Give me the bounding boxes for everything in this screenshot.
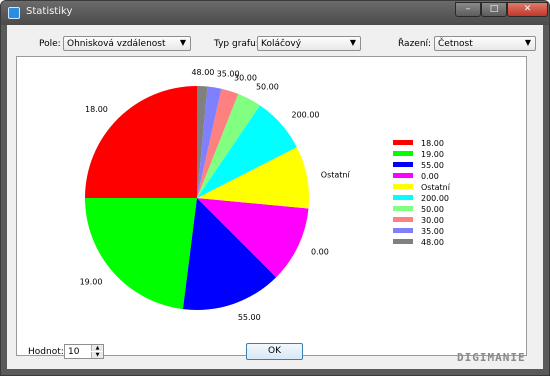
legend-swatch — [393, 162, 413, 167]
pie-slice-label: 35.00 — [217, 70, 240, 79]
spin-down-icon[interactable]: ▼ — [91, 352, 103, 358]
title-bar[interactable]: Statistiky – □ ✕ — [1, 1, 549, 25]
pie-chart: 18.00 18.00 19.00 19.00 55.00 55.00 0.00 0.00 Os… — [80, 68, 451, 322]
legend-swatch — [393, 228, 413, 233]
pie-slice-label: Ostatní — [321, 170, 351, 179]
pie-slice-label: 55.00 — [238, 313, 261, 322]
legend-label: 0.00 — [421, 172, 439, 181]
field-select[interactable]: Ohnisková vzdálenost ▼ — [63, 36, 191, 51]
value-count-spinner[interactable]: 10 ▲ ▼ — [64, 344, 104, 359]
legend-label: 18.00 — [421, 139, 444, 148]
pie-slice-label: 19.00 — [80, 277, 103, 286]
legend-label: 55.00 — [421, 161, 444, 170]
pie-slice — [85, 198, 197, 310]
legend-label: Ostatní — [421, 183, 451, 192]
sort-select[interactable]: Četnost ▼ — [434, 36, 536, 51]
maximize-button[interactable]: □ — [481, 2, 507, 17]
app-icon — [8, 7, 20, 19]
chart-type-select[interactable]: Koláčový ▼ — [257, 36, 361, 51]
watermark: DIGIMANIE — [457, 351, 526, 364]
legend-swatch — [393, 217, 413, 222]
field-select-value: Ohnisková vzdálenost — [67, 39, 166, 49]
value-count-value: 10 — [68, 347, 80, 357]
legend-label: 35.00 — [421, 227, 444, 236]
pie-slice — [85, 86, 197, 198]
close-button[interactable]: ✕ — [507, 2, 548, 17]
pie-slice-label: 50.00 — [256, 83, 279, 92]
spin-up-icon[interactable]: ▲ — [91, 345, 103, 351]
pie-slice-label: 200.00 — [292, 111, 320, 120]
pie-slice-label: 18.00 — [85, 105, 108, 114]
legend-label: 200.00 — [421, 194, 449, 203]
sort-label: Řazení: — [398, 39, 432, 49]
chart-type-select-value: Koláčový — [261, 39, 302, 49]
pie-slice-label: 0.00 — [311, 248, 329, 257]
chart-panel: 18.00 18.00 19.00 19.00 55.00 55.00 0.00 0.00 Os… — [16, 56, 527, 356]
pie-slice-label: 48.00 — [191, 68, 214, 77]
legend-swatch — [393, 140, 413, 145]
chevron-down-icon: ▼ — [349, 38, 356, 47]
dialog-content: Pole: Ohnisková vzdálenost ▼ Typ grafu: … — [7, 25, 543, 369]
statistics-window: Statistiky – □ ✕ Pole: Ohnisková vzdálen… — [0, 0, 550, 376]
field-label: Pole: — [39, 39, 61, 49]
legend-swatch — [393, 239, 413, 244]
value-count-label: Hodnot: — [28, 347, 64, 357]
chart-type-label: Typ grafu: — [214, 39, 259, 49]
chevron-down-icon: ▼ — [524, 38, 531, 47]
legend-label: 50.00 — [421, 205, 444, 214]
legend-swatch — [393, 206, 413, 211]
legend-label: 48.00 — [421, 238, 444, 247]
legend-label: 30.00 — [421, 216, 444, 225]
chevron-down-icon: ▼ — [179, 38, 186, 47]
legend-swatch — [393, 173, 413, 178]
sort-select-value: Četnost — [438, 39, 473, 49]
legend-swatch — [393, 184, 413, 189]
legend-swatch — [393, 151, 413, 156]
legend-label: 19.00 — [421, 150, 444, 159]
legend-swatch — [393, 195, 413, 200]
ok-button[interactable]: OK — [246, 343, 303, 360]
minimize-button[interactable]: – — [455, 2, 481, 17]
window-title: Statistiky — [26, 6, 73, 17]
